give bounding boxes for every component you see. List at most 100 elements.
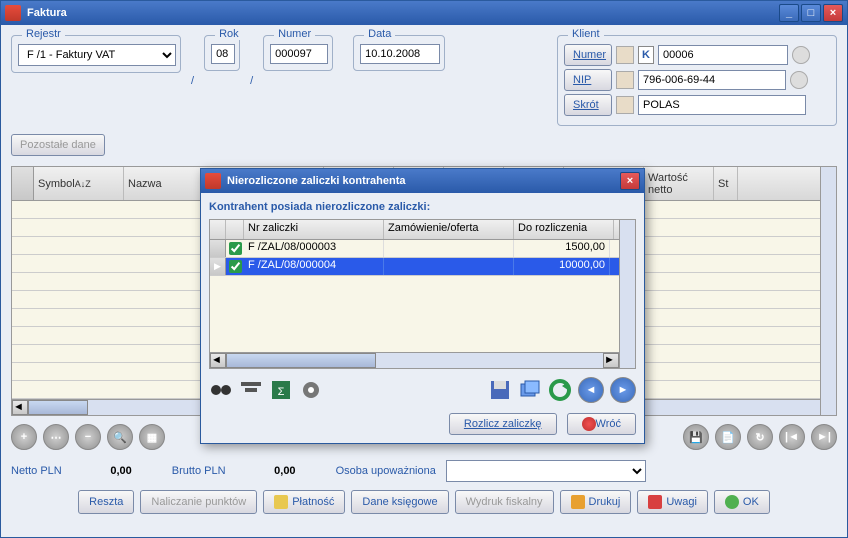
row-marker-column <box>12 167 34 200</box>
uwagi-button[interactable]: Uwagi <box>637 490 708 514</box>
copy-button[interactable]: 📄 <box>715 424 741 450</box>
platnosc-button[interactable]: Płatność <box>263 490 345 514</box>
reload-icon[interactable] <box>548 378 572 402</box>
client-group: Klient Numer K NIP Skrót <box>557 35 837 126</box>
search-button[interactable]: 🔍 <box>107 424 133 450</box>
maximize-button[interactable]: □ <box>801 4 821 22</box>
client-number-button[interactable]: Numer <box>564 44 612 66</box>
client-short-button[interactable]: Skrót <box>564 94 612 116</box>
dialog-icon <box>205 173 221 189</box>
scroll-left-icon[interactable]: ◄ <box>12 400 28 415</box>
refresh-button[interactable]: ↻ <box>747 424 773 450</box>
minimize-button[interactable]: _ <box>779 4 799 22</box>
nav-next-button[interactable]: ► <box>610 377 636 403</box>
naliczanie-button[interactable]: Naliczanie punktów <box>140 490 257 514</box>
client-nip-input[interactable] <box>638 70 786 90</box>
short-lookup-icon[interactable] <box>616 96 634 114</box>
globe-icon[interactable] <box>790 71 808 89</box>
ok-icon <box>725 495 739 509</box>
adv-scroll-thumb[interactable] <box>226 353 376 368</box>
osoba-select[interactable] <box>446 460 646 482</box>
advances-v-scrollbar[interactable] <box>619 220 635 368</box>
ok-button[interactable]: OK <box>714 490 770 514</box>
save-disk-button[interactable]: 💾 <box>683 424 709 450</box>
advance-row[interactable]: F /ZAL/08/000003 1500,00 <box>210 240 635 258</box>
edit-row-button[interactable]: ⋯ <box>43 424 69 450</box>
number-input[interactable] <box>270 44 328 64</box>
grid-v-scrollbar[interactable] <box>820 167 836 415</box>
client-lookup-icon[interactable] <box>616 46 634 64</box>
col-nr-zaliczki[interactable]: Nr zaliczki <box>244 220 384 239</box>
netto-label: Netto PLN <box>11 465 62 477</box>
col-symbol[interactable]: Symbol A↓Z <box>34 167 124 200</box>
col-do-rozliczenia[interactable]: Do rozliczenia <box>514 220 614 239</box>
dialog-message: Kontrahent posiada nierozliczone zaliczk… <box>209 201 636 213</box>
other-data-button[interactable]: Pozostałe dane <box>11 134 105 156</box>
main-titlebar: Faktura _ □ × <box>1 1 847 25</box>
grid-config-button[interactable]: ▦ <box>139 424 165 450</box>
binoculars-icon[interactable] <box>209 378 233 402</box>
save-icon[interactable] <box>488 378 512 402</box>
app-icon <box>5 5 21 21</box>
date-input[interactable] <box>360 44 440 64</box>
dialog-title: Nierozliczone zaliczki kontrahenta <box>227 175 620 187</box>
col-zamowienie[interactable]: Zamówienie/oferta <box>384 220 514 239</box>
refresh-icon[interactable] <box>792 46 810 64</box>
client-short-input[interactable] <box>638 95 806 115</box>
cell-do-rozl: 10000,00 <box>514 258 610 275</box>
payment-icon <box>274 495 288 509</box>
registry-select[interactable]: F /1 - Faktury VAT <box>18 44 176 66</box>
advances-grid: Nr zaliczki Zamówienie/oferta Do rozlicz… <box>209 219 636 369</box>
adv-scroll-left-icon[interactable]: ◄ <box>210 353 226 368</box>
advance-row[interactable]: ▶F /ZAL/08/00000410000,00 <box>210 258 635 276</box>
reszta-button[interactable]: Reszta <box>78 490 134 514</box>
number-group: Numer <box>263 35 333 71</box>
cell-do-rozl: 1500,00 <box>514 240 610 257</box>
client-number-input[interactable] <box>658 45 788 65</box>
wroc-button[interactable]: Wróć <box>567 413 636 435</box>
cell-nr: F /ZAL/08/000003 <box>244 240 384 257</box>
row-marker: ▶ <box>210 258 226 275</box>
delete-row-button[interactable]: − <box>75 424 101 450</box>
dane-ksiegowe-button[interactable]: Dane księgowe <box>351 490 448 514</box>
filter-icon[interactable] <box>239 378 263 402</box>
add-row-button[interactable]: + <box>11 424 37 450</box>
client-legend: Klient <box>568 28 604 40</box>
row-marker <box>210 240 226 257</box>
rozlicz-button[interactable]: Rozlicz zaliczkę <box>449 413 557 435</box>
dialog-titlebar: Nierozliczone zaliczki kontrahenta × <box>201 169 644 193</box>
windows-icon[interactable] <box>518 378 542 402</box>
client-type-badge: K <box>638 46 654 64</box>
year-label: Rok <box>215 28 243 40</box>
window-title: Faktura <box>27 7 779 19</box>
cell-zam <box>384 240 514 257</box>
nip-lookup-icon[interactable] <box>616 71 634 89</box>
gear-icon[interactable] <box>299 378 323 402</box>
date-group: Data <box>353 35 445 71</box>
client-nip-button[interactable]: NIP <box>564 69 612 91</box>
brutto-value: 0,00 <box>236 465 296 477</box>
col-st[interactable]: St <box>714 167 738 200</box>
marker-col <box>210 220 226 239</box>
drukuj-button[interactable]: Drukuj <box>560 490 632 514</box>
year-input[interactable] <box>211 44 235 64</box>
nav-first-button[interactable]: |◄ <box>779 424 805 450</box>
dialog-close-button[interactable]: × <box>620 172 640 190</box>
netto-value: 0,00 <box>72 465 132 477</box>
sum-icon[interactable]: Σ <box>269 378 293 402</box>
check-col <box>226 220 244 239</box>
wydruk-fiskalny-button[interactable]: Wydruk fiskalny <box>455 490 554 514</box>
close-button[interactable]: × <box>823 4 843 22</box>
bottom-buttons: Reszta Naliczanie punktów Płatność Dane … <box>11 490 837 514</box>
adv-scroll-right-icon[interactable]: ► <box>603 353 619 368</box>
scroll-thumb[interactable] <box>28 400 88 415</box>
advances-grid-header: Nr zaliczki Zamówienie/oferta Do rozlicz… <box>210 220 635 240</box>
nav-prev-button[interactable]: ◄ <box>578 377 604 403</box>
row-checkbox[interactable] <box>226 258 244 275</box>
separator2: / <box>250 75 253 87</box>
row-checkbox[interactable] <box>226 240 244 257</box>
advances-h-scrollbar[interactable]: ◄ ► <box>210 352 619 368</box>
col-wartosc[interactable]: Wartość netto <box>644 167 714 200</box>
advances-dialog: Nierozliczone zaliczki kontrahenta × Kon… <box>200 168 645 444</box>
nav-last-button[interactable]: ►| <box>811 424 837 450</box>
